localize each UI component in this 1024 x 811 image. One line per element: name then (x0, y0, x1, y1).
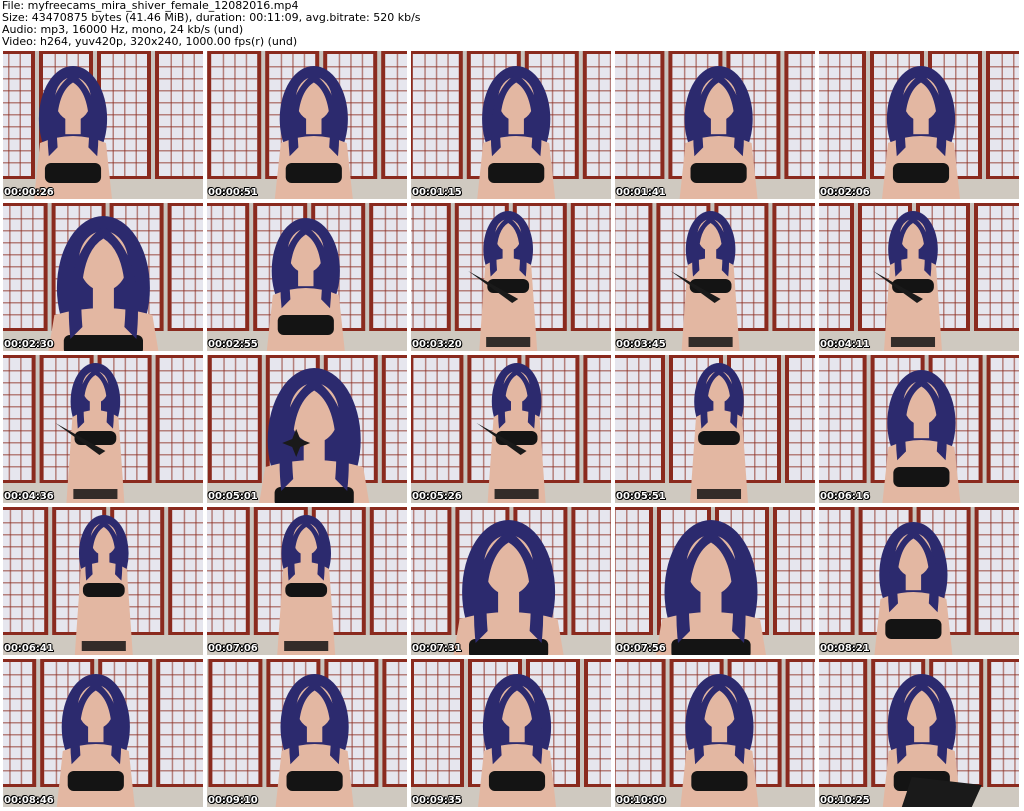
thumbnail-timestamp: 00:06:16 (820, 491, 870, 502)
video-thumbnail: 00:07:06 (207, 507, 407, 655)
frame-image (3, 51, 203, 199)
frame-image (411, 203, 611, 351)
frame-image (615, 203, 815, 351)
video-thumbnail: 00:00:51 (207, 51, 407, 199)
video-thumbnail: 00:10:00 (615, 659, 815, 807)
video-thumbnail: 00:05:51 (615, 355, 815, 503)
frame-image (207, 507, 407, 655)
file-info-header: File: myfreecams_mira_shiver_female_1208… (2, 0, 1020, 50)
video-thumbnail: 00:03:45 (615, 203, 815, 351)
video-thumbnail: 00:03:20 (411, 203, 611, 351)
thumbnail-timestamp: 00:02:55 (208, 339, 258, 350)
video-thumbnail: 00:04:36 (3, 355, 203, 503)
video-thumbnail: 00:01:41 (615, 51, 815, 199)
thumbnail-timestamp: 00:07:56 (616, 643, 666, 654)
frame-image (819, 51, 1019, 199)
thumbnail-timestamp: 00:10:25 (820, 795, 870, 806)
frame-image (411, 355, 611, 503)
frame-image (819, 355, 1019, 503)
thumbnail-timestamp: 00:04:11 (820, 339, 870, 350)
thumbnail-timestamp: 00:07:06 (208, 643, 258, 654)
frame-image (615, 51, 815, 199)
video-thumbnail: 00:10:25 (819, 659, 1019, 807)
file-name-line: File: myfreecams_mira_shiver_female_1208… (2, 0, 299, 12)
video-thumbnail: 00:04:11 (819, 203, 1019, 351)
thumbnail-timestamp: 00:05:01 (208, 491, 258, 502)
frame-image (3, 203, 203, 351)
thumbnail-grid: 00:00:26 00:00:51 00:01:15 00:01:41 00:02:06… (3, 51, 1021, 809)
thumbnail-timestamp: 00:08:21 (820, 643, 870, 654)
thumbnail-timestamp: 00:02:06 (820, 187, 870, 198)
frame-image (411, 51, 611, 199)
thumbnail-timestamp: 00:09:35 (412, 795, 462, 806)
frame-image (3, 507, 203, 655)
thumbnail-timestamp: 00:05:51 (616, 491, 666, 502)
video-thumbnail: 00:08:46 (3, 659, 203, 807)
video-thumbnail: 00:08:21 (819, 507, 1019, 655)
video-thumbnail: 00:07:31 (411, 507, 611, 655)
frame-image (819, 203, 1019, 351)
thumbnail-timestamp: 00:05:26 (412, 491, 462, 502)
thumbnail-timestamp: 00:01:15 (412, 187, 462, 198)
thumbnail-timestamp: 00:03:20 (412, 339, 462, 350)
frame-image (615, 507, 815, 655)
video-thumbnail: 00:02:55 (207, 203, 407, 351)
thumbnail-timestamp: 00:01:41 (616, 187, 666, 198)
thumbnail-timestamp: 00:03:45 (616, 339, 666, 350)
thumbnail-timestamp: 00:08:46 (4, 795, 54, 806)
audio-info-line: Audio: mp3, 16000 Hz, mono, 24 kb/s (und… (2, 24, 244, 36)
video-thumbnail: 00:02:06 (819, 51, 1019, 199)
frame-image (819, 659, 1019, 807)
frame-image (3, 659, 203, 807)
video-thumbnail: 00:06:41 (3, 507, 203, 655)
thumbnail-timestamp: 00:06:41 (4, 643, 54, 654)
video-thumbnail: 00:09:10 (207, 659, 407, 807)
frame-image (207, 355, 407, 503)
video-info-line: Video: h264, yuv420p, 320x240, 1000.00 f… (2, 36, 298, 48)
thumbnail-timestamp: 00:04:36 (4, 491, 54, 502)
video-thumbnail: 00:01:15 (411, 51, 611, 199)
frame-image (207, 659, 407, 807)
video-thumbnail: 00:02:30 (3, 203, 203, 351)
thumbnail-timestamp: 00:10:00 (616, 795, 666, 806)
video-thumbnail: 00:07:56 (615, 507, 815, 655)
frame-image (207, 51, 407, 199)
frame-image (207, 203, 407, 351)
video-thumbnail: 00:05:01 (207, 355, 407, 503)
frame-image (615, 355, 815, 503)
frame-image (615, 659, 815, 807)
file-size-line: Size: 43470875 bytes (41.46 MiB), durati… (2, 12, 421, 24)
video-thumbnail: 00:06:16 (819, 355, 1019, 503)
video-thumbnail: 00:00:26 (3, 51, 203, 199)
frame-image (819, 507, 1019, 655)
video-thumbnail: 00:09:35 (411, 659, 611, 807)
frame-image (3, 355, 203, 503)
thumbnail-timestamp: 00:00:51 (208, 187, 258, 198)
thumbnail-timestamp: 00:07:31 (412, 643, 462, 654)
thumbnail-timestamp: 00:09:10 (208, 795, 258, 806)
frame-image (411, 507, 611, 655)
thumbnail-timestamp: 00:00:26 (4, 187, 54, 198)
video-thumbnail: 00:05:26 (411, 355, 611, 503)
frame-image (411, 659, 611, 807)
thumbnail-timestamp: 00:02:30 (4, 339, 54, 350)
